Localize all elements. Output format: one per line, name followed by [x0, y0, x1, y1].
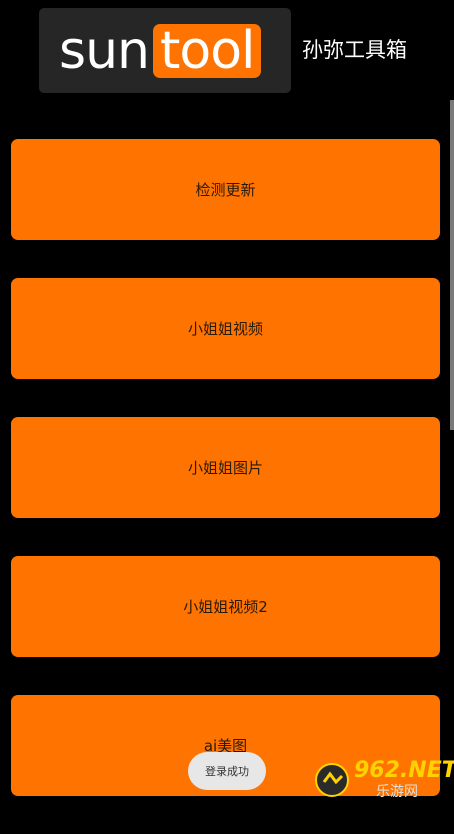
- logo-text-tool: tool: [153, 24, 262, 78]
- watermark-brand: 962.NET: [354, 758, 454, 783]
- watermark-logo-icon: [315, 763, 349, 797]
- check-update-button[interactable]: 检测更新: [11, 139, 440, 240]
- girl-video-button[interactable]: 小姐姐视频: [11, 278, 440, 379]
- login-success-toast: 登录成功: [188, 752, 266, 790]
- site-watermark: 962.NET 乐游网: [314, 756, 454, 804]
- menu-list: 检测更新 小姐姐视频 小姐姐图片 小姐姐视频2 ai美图: [11, 139, 440, 834]
- girl-images-button[interactable]: 小姐姐图片: [11, 417, 440, 518]
- girl-video-2-button[interactable]: 小姐姐视频2: [11, 556, 440, 657]
- watermark-tagline: 乐游网: [376, 784, 418, 800]
- app-title: 孙弥工具箱: [302, 38, 407, 62]
- logo-text-sun: sun: [59, 21, 150, 81]
- scrollbar[interactable]: [450, 100, 454, 430]
- app-logo: sun tool: [39, 8, 291, 93]
